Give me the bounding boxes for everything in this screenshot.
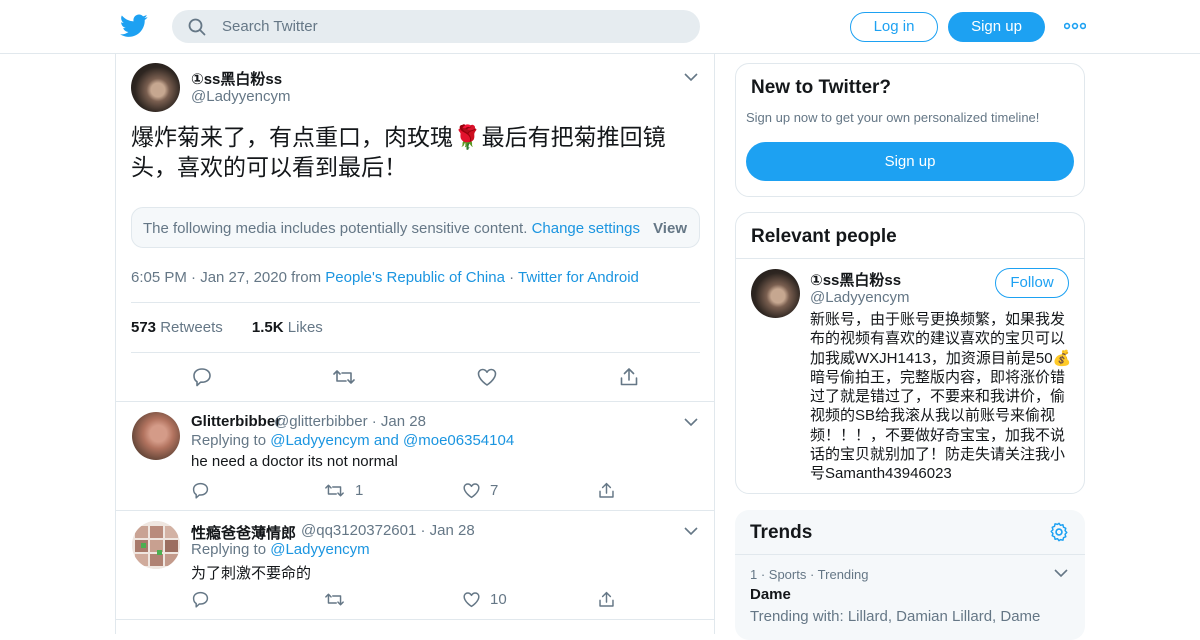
top-navigation-bar: Log in Sign up xyxy=(0,0,1200,54)
share-icon[interactable] xyxy=(597,590,616,609)
person-avatar[interactable] xyxy=(751,269,800,318)
login-button[interactable]: Log in xyxy=(850,12,938,42)
card-subtitle: Sign up now to get your own personalized… xyxy=(746,110,1040,125)
share-icon[interactable] xyxy=(597,481,616,500)
trend-name: Dame xyxy=(750,586,791,603)
retweets-stat[interactable]: 573 Retweets xyxy=(131,319,223,336)
card-title: Relevant people xyxy=(751,226,897,247)
reply-icon[interactable] xyxy=(191,366,213,388)
search-input[interactable] xyxy=(222,10,682,43)
tweet-location-link[interactable]: People's Republic of China xyxy=(325,269,505,286)
retweet-icon[interactable] xyxy=(332,366,356,388)
reply-avatar[interactable] xyxy=(132,521,180,569)
avatar-collage-image xyxy=(132,521,180,569)
chevron-down-icon[interactable] xyxy=(684,418,698,427)
tweet-timestamp[interactable]: 6:05 PM · Jan 27, 2020 from xyxy=(131,269,321,286)
retweet-icon[interactable] xyxy=(324,481,345,500)
retweets-label: Retweets xyxy=(160,319,223,336)
trends-card: Trends 1 · Sports · Trending Dame Trendi… xyxy=(735,510,1085,640)
person-handle[interactable]: @Ladyyencym xyxy=(810,289,909,306)
like-heart-icon[interactable] xyxy=(476,366,498,388)
author-name[interactable]: ①ss黑白粉ss xyxy=(191,68,282,89)
more-options-icon[interactable] xyxy=(1064,20,1086,32)
twitter-bird-logo-icon[interactable] xyxy=(120,13,148,39)
reply-author-name[interactable]: 性瘾爸爸薄情郎 xyxy=(191,522,296,543)
replying-to-line: Replying to @Ladyyencym and @moe06354104 xyxy=(191,432,514,449)
reply-avatar[interactable] xyxy=(132,412,180,460)
trend-meta: 1 · Sports · Trending xyxy=(750,567,869,582)
reply-icon[interactable] xyxy=(191,481,210,500)
like-count: 7 xyxy=(490,482,499,499)
reply-text: 为了刺激不要命的 xyxy=(191,565,312,582)
divider xyxy=(131,352,700,353)
retweets-count: 573 xyxy=(131,319,157,336)
person-bio: 新账号，由于账号更换频繁，如果我发布的视频有喜欢的建议喜欢的宝贝可以加我威WXJ… xyxy=(810,311,1072,483)
new-to-twitter-card: New to Twitter? Sign up now to get your … xyxy=(735,63,1085,197)
likes-stat[interactable]: 1.5K Likes xyxy=(252,319,323,336)
meta-separator: · xyxy=(509,269,515,286)
person-name[interactable]: ①ss黑白粉ss xyxy=(810,269,901,290)
likes-label: Likes xyxy=(287,319,323,336)
author-avatar[interactable] xyxy=(131,63,180,112)
replying-to-label: Replying to xyxy=(191,541,267,558)
divider xyxy=(116,619,715,620)
reply-icon[interactable] xyxy=(191,590,210,609)
divider xyxy=(736,258,1084,259)
replying-to-label: Replying to xyxy=(191,432,267,449)
relevant-people-card: Relevant people ①ss黑白粉ss @Ladyyencym Fol… xyxy=(735,212,1085,494)
retweet-icon[interactable] xyxy=(324,590,345,609)
divider xyxy=(735,554,1085,555)
search-icon xyxy=(188,18,206,36)
divider xyxy=(116,401,715,402)
reply-text: he need a doctor its not normal xyxy=(191,453,398,470)
share-icon[interactable] xyxy=(618,366,640,388)
sidebar-signup-button[interactable]: Sign up xyxy=(746,142,1074,181)
trend-related: Trending with: Lillard, Damian Lillard, … xyxy=(750,608,1041,625)
view-media-button[interactable]: View xyxy=(653,220,687,237)
chevron-down-icon[interactable] xyxy=(684,73,698,82)
chevron-down-icon[interactable] xyxy=(1054,569,1068,578)
retweet-count: 1 xyxy=(355,482,364,499)
divider xyxy=(116,510,715,511)
reply-handle-date[interactable]: @glitterbibber · Jan 28 xyxy=(274,413,426,430)
likes-count: 1.5K xyxy=(251,319,284,336)
search-box[interactable] xyxy=(172,10,700,43)
reply-author-name[interactable]: Glitterbibber xyxy=(191,413,281,430)
replying-to-users[interactable]: @Ladyyencym and @moe06354104 xyxy=(270,432,514,449)
replying-to-users[interactable]: @Ladyyencym xyxy=(270,541,369,558)
sensitive-message: The following media includes potentially… xyxy=(143,220,528,237)
tweet-text: 爆炸菊来了，有点重口，肉玫瑰🌹最后有把菊推回镜头，喜欢的可以看到最后！ xyxy=(131,124,666,180)
divider xyxy=(131,302,700,303)
change-settings-link[interactable]: Change settings xyxy=(532,220,640,237)
settings-gear-icon[interactable] xyxy=(1048,521,1070,543)
like-heart-icon[interactable] xyxy=(462,481,481,500)
tweet-detail-column: ①ss黑白粉ss @Ladyyencym 爆炸菊来了，有点重口，肉玫瑰🌹最后有把… xyxy=(115,54,715,634)
card-title: New to Twitter? xyxy=(751,77,892,98)
tweet-client-link[interactable]: Twitter for Android xyxy=(518,269,639,286)
follow-button[interactable]: Follow xyxy=(995,268,1069,298)
card-title: Trends xyxy=(750,522,813,543)
signup-button[interactable]: Sign up xyxy=(948,12,1045,42)
like-heart-icon[interactable] xyxy=(462,590,481,609)
like-count: 10 xyxy=(490,591,507,608)
tweet-stats: 573 Retweets 1.5K Likes xyxy=(131,319,323,336)
tweet-metadata: 6:05 PM · Jan 27, 2020 from People's Rep… xyxy=(131,269,639,286)
author-handle[interactable]: @Ladyyencym xyxy=(191,88,290,105)
reply-handle-date[interactable]: @qq3120372601 · Jan 28 xyxy=(301,522,475,539)
sensitive-media-warning: The following media includes potentially… xyxy=(131,207,700,248)
chevron-down-icon[interactable] xyxy=(684,527,698,536)
replying-to-line: Replying to @Ladyyencym xyxy=(191,541,370,558)
